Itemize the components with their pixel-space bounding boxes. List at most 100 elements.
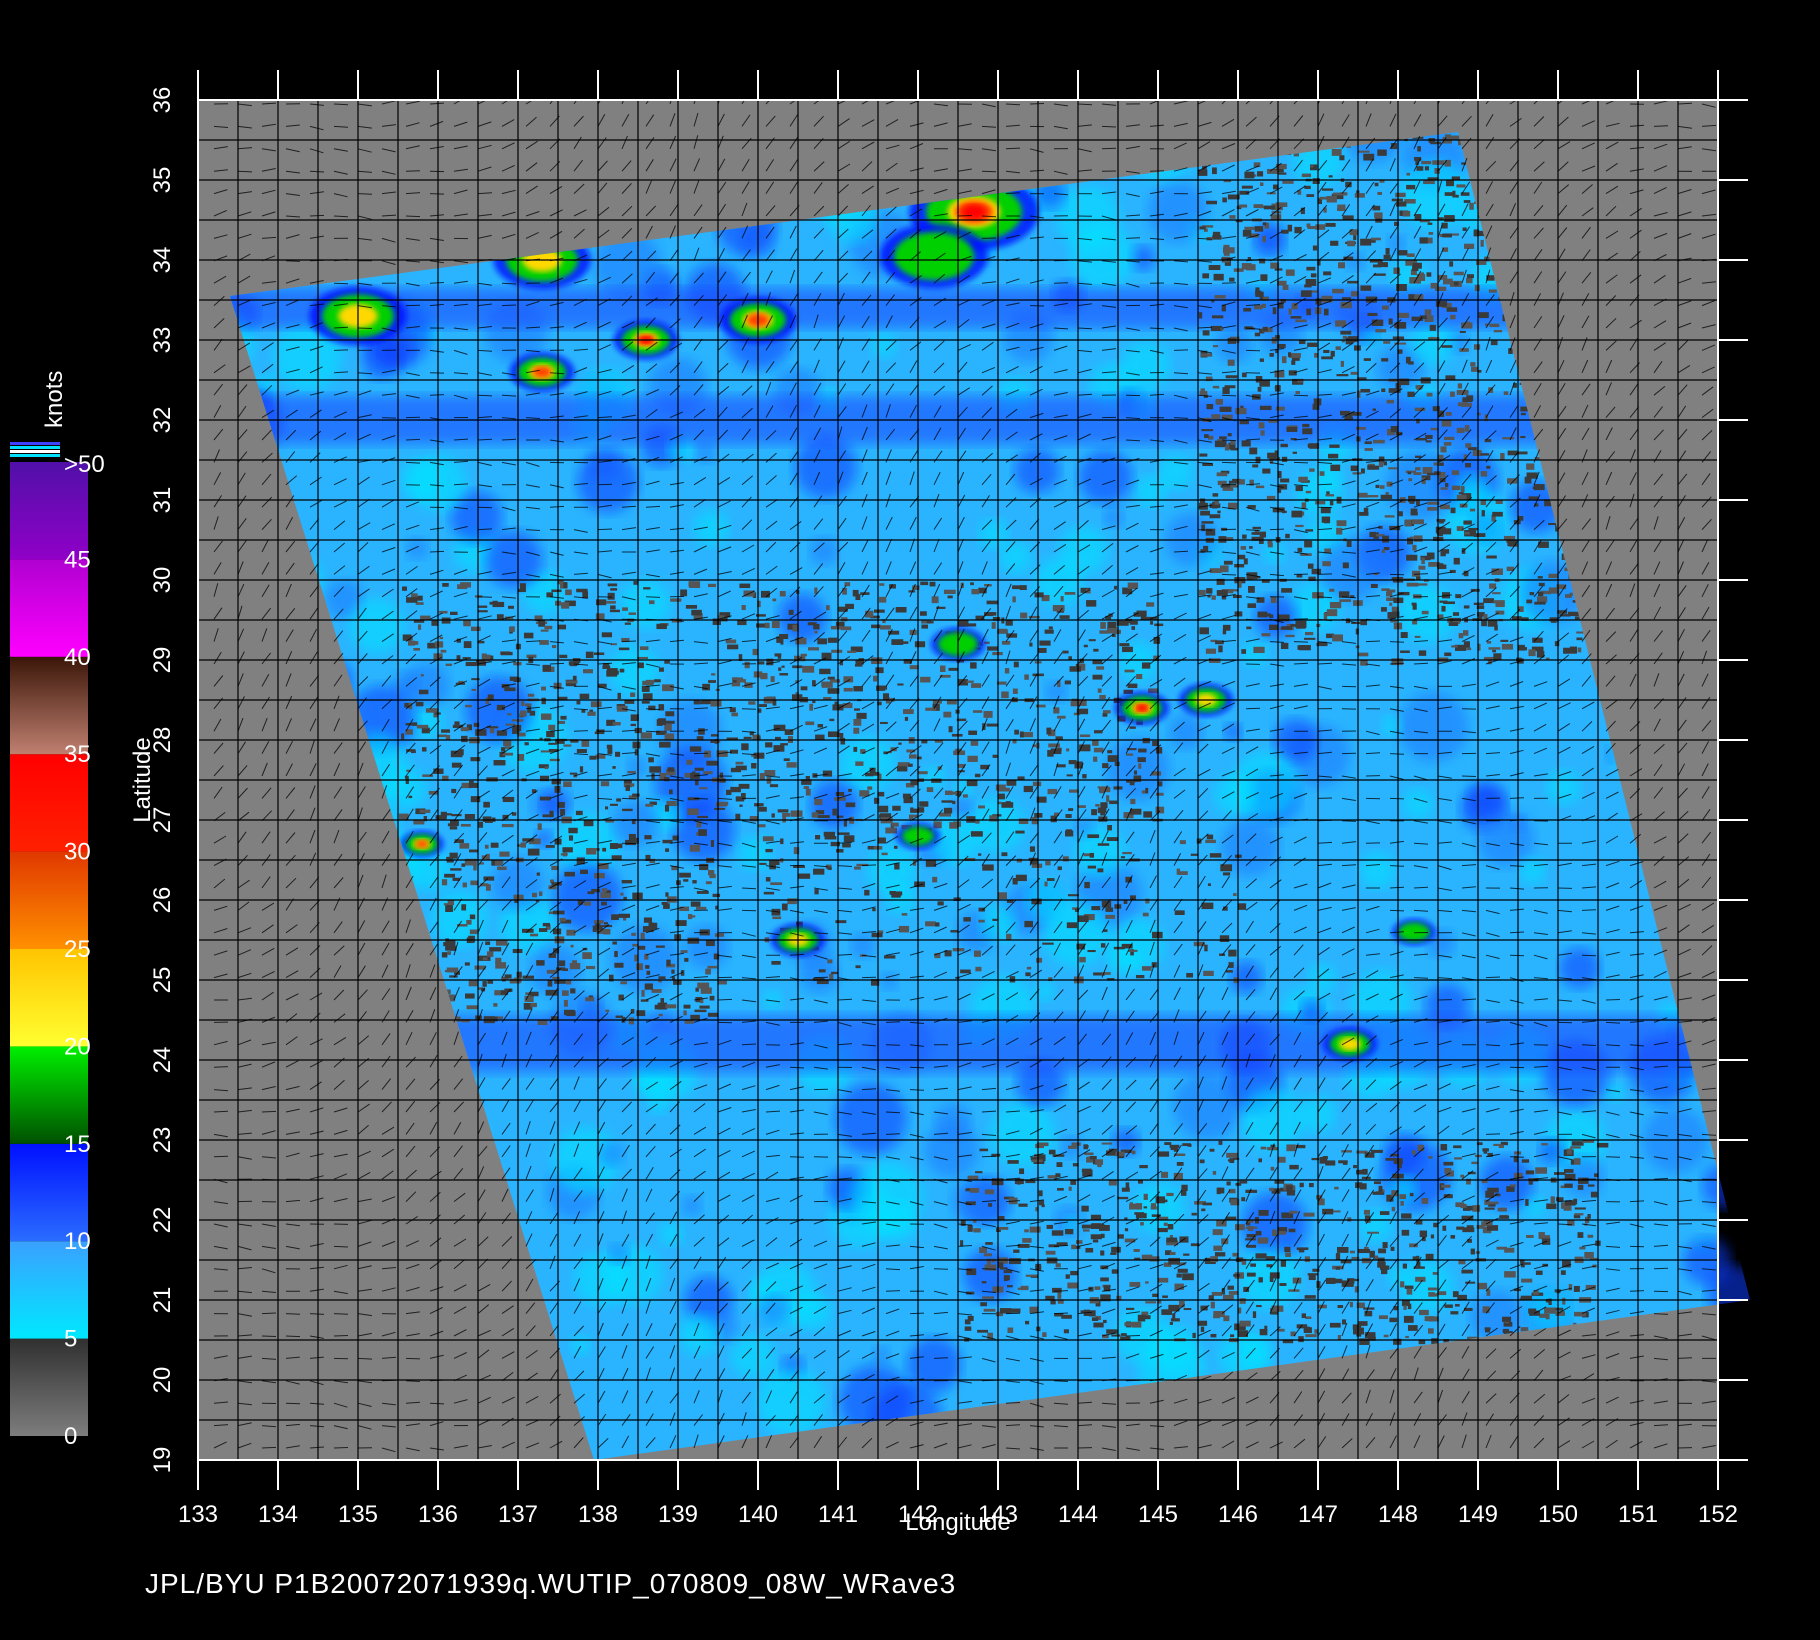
low-wind-speckle (1280, 1260, 1287, 1267)
low-wind-speckle (1211, 414, 1221, 419)
low-wind-speckle (1306, 266, 1316, 271)
low-wind-speckle (499, 851, 510, 857)
low-wind-speckle (1417, 146, 1421, 152)
low-wind-speckle (404, 775, 409, 779)
low-wind-speckle (445, 663, 453, 666)
low-wind-speckle (933, 821, 942, 829)
low-wind-speckle (1489, 323, 1500, 328)
wind-speed-patch (731, 1334, 775, 1379)
low-wind-speckle (1364, 1310, 1373, 1317)
low-wind-speckle (704, 750, 711, 758)
low-wind-speckle (516, 971, 522, 978)
low-wind-speckle (612, 722, 621, 726)
low-wind-speckle (831, 971, 838, 975)
wind-speed-map: 133 134 135 136 137 138 139 140 141 142 143 144 145 1… (10, 70, 1750, 1536)
low-wind-speckle (1056, 1162, 1063, 1167)
low-wind-speckle (461, 735, 468, 743)
low-wind-speckle (765, 848, 773, 853)
wind-speed-patch (1147, 181, 1209, 243)
low-wind-speckle (449, 975, 458, 978)
low-wind-speckle (985, 1242, 993, 1245)
low-wind-speckle (1323, 612, 1328, 620)
low-wind-speckle (548, 742, 557, 745)
low-wind-speckle (1462, 227, 1467, 231)
low-wind-speckle (1405, 356, 1411, 364)
low-wind-speckle (788, 609, 794, 615)
low-wind-speckle (1553, 1172, 1566, 1175)
low-wind-speckle (1460, 403, 1472, 407)
low-wind-speckle (537, 823, 542, 830)
low-wind-speckle (1202, 273, 1210, 279)
low-wind-speckle (1490, 340, 1498, 346)
low-wind-speckle (748, 701, 756, 705)
low-wind-speckle (943, 807, 953, 814)
low-wind-speckle (951, 733, 963, 737)
low-wind-speckle (1564, 1183, 1573, 1188)
low-wind-speckle (1400, 650, 1410, 654)
wind-speed-patch (1121, 341, 1171, 390)
low-wind-speckle (1143, 1206, 1148, 1209)
low-wind-speckle (1526, 463, 1535, 470)
low-wind-speckle (454, 721, 460, 725)
low-wind-speckle (1212, 385, 1220, 389)
low-wind-speckle (1374, 212, 1383, 219)
low-wind-speckle (1312, 178, 1320, 184)
low-wind-speckle (1201, 902, 1214, 910)
low-wind-speckle (628, 1017, 635, 1025)
low-wind-speckle (524, 742, 529, 746)
low-wind-speckle (1323, 308, 1329, 316)
low-wind-speckle (1564, 1169, 1574, 1173)
low-wind-speckle (983, 1253, 992, 1257)
low-wind-speckle (1097, 868, 1104, 873)
low-wind-speckle (509, 626, 515, 632)
low-wind-speckle (1042, 1332, 1047, 1338)
low-wind-speckle (1222, 487, 1234, 491)
low-wind-speckle (941, 800, 953, 803)
low-wind-speckle (894, 863, 900, 870)
low-wind-speckle (1288, 308, 1292, 315)
low-wind-speckle (864, 889, 870, 896)
low-wind-speckle (908, 754, 917, 759)
low-wind-speckle (431, 620, 439, 626)
y-tick-label: 25 (149, 967, 176, 994)
low-wind-speckle (1291, 360, 1296, 365)
x-tick-label: 148 (1378, 1501, 1418, 1528)
low-wind-speckle (1381, 1269, 1388, 1275)
low-wind-speckle (572, 675, 577, 681)
low-wind-speckle (447, 900, 455, 906)
low-wind-speckle (1091, 809, 1097, 816)
low-wind-speckle (1212, 1170, 1217, 1175)
low-wind-speckle (835, 920, 847, 924)
low-wind-speckle (620, 892, 624, 896)
low-wind-speckle (435, 815, 447, 820)
low-wind-speckle (1430, 427, 1438, 431)
wind-speed-patch (907, 1337, 962, 1392)
low-wind-speckle (1137, 1180, 1143, 1184)
low-wind-speckle (921, 624, 928, 629)
low-wind-speckle (640, 732, 652, 739)
low-wind-speckle (465, 704, 472, 708)
low-wind-speckle (695, 780, 699, 786)
low-wind-speckle (1111, 1269, 1119, 1274)
wind-speed-patch (1385, 451, 1455, 521)
low-wind-speckle (1381, 549, 1386, 553)
low-wind-speckle (1537, 591, 1544, 597)
x-tick-label: 135 (338, 1501, 378, 1528)
low-wind-speckle (1500, 639, 1509, 642)
low-wind-speckle (1326, 609, 1338, 617)
low-wind-speckle (640, 932, 645, 940)
low-wind-speckle (1081, 1205, 1089, 1212)
low-wind-speckle (1590, 1191, 1598, 1198)
low-wind-speckle (1421, 1197, 1429, 1204)
low-wind-speckle (1239, 1320, 1251, 1327)
low-wind-speckle (664, 660, 670, 664)
low-wind-speckle (752, 648, 759, 656)
low-wind-speckle (437, 734, 447, 738)
low-wind-speckle (1183, 1253, 1190, 1256)
low-wind-speckle (1095, 1159, 1104, 1165)
low-wind-speckle (1094, 1286, 1101, 1290)
low-wind-speckle (1528, 496, 1539, 500)
low-wind-speckle (1107, 750, 1113, 754)
low-wind-speckle (729, 707, 736, 713)
low-wind-speckle (1305, 529, 1314, 532)
